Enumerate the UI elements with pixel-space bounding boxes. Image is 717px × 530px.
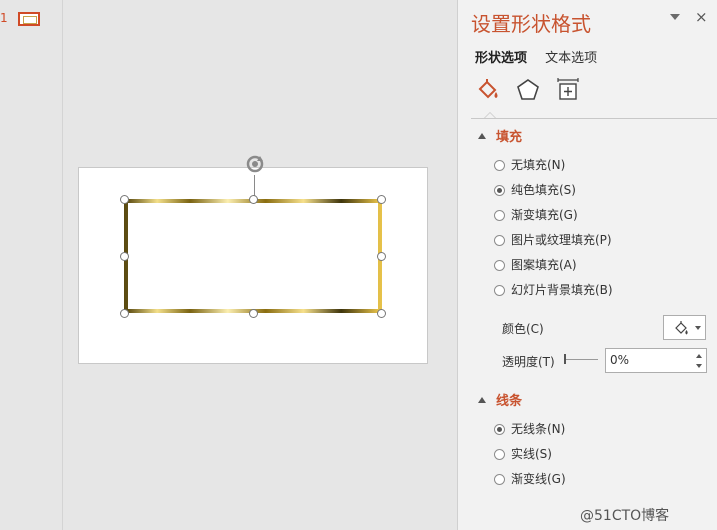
thumbnail-shape [23,16,37,24]
resize-handle-top[interactable] [249,195,258,204]
radio-button-selected[interactable] [494,424,505,435]
radio-button[interactable] [494,285,505,296]
fill-section-header[interactable]: 填充 [478,126,522,145]
collapse-triangle-icon [478,133,486,139]
editing-canvas [63,0,456,530]
chevron-down-icon [695,326,701,330]
pane-options-chevron-icon[interactable] [670,14,680,20]
radio-button[interactable] [494,260,505,271]
transparency-spinner[interactable] [605,348,707,373]
radio-button[interactable] [494,235,505,246]
paint-bucket-icon [675,321,688,335]
radio-pattern-fill[interactable]: 图案填充(A) [494,256,577,274]
tab-shape-options[interactable]: 形状选项 [475,47,527,66]
transparency-input[interactable] [610,352,685,368]
pane-title: 设置形状格式 [471,12,591,36]
pane-tabs: 形状选项 文本选项 [475,47,611,66]
fill-color-button[interactable] [663,315,706,340]
slide-number: 1 [0,11,8,25]
fill-line-icon[interactable] [475,77,501,103]
close-icon[interactable]: × [695,8,708,26]
resize-handle-left[interactable] [120,252,129,261]
radio-gradient-line[interactable]: 渐变线(G) [494,470,566,488]
icon-row-divider [471,118,717,119]
radio-button-selected[interactable] [494,185,505,196]
tab-text-options[interactable]: 文本选项 [545,47,597,66]
radio-button[interactable] [494,449,505,460]
radio-picture-texture-fill[interactable]: 图片或纹理填充(P) [494,231,612,249]
size-properties-icon[interactable] [555,77,581,103]
radio-button[interactable] [494,160,505,171]
spinner-up-icon[interactable] [696,354,702,358]
resize-handle-right[interactable] [377,252,386,261]
line-section-header[interactable]: 线条 [478,390,522,409]
radio-gradient-fill[interactable]: 渐变填充(G) [494,206,578,224]
radio-solid-fill[interactable]: 纯色填充(S) [494,181,576,199]
resize-handle-bottom[interactable] [249,309,258,318]
transparency-slider-track[interactable] [564,359,598,360]
rotate-handle-icon[interactable] [244,153,266,175]
selected-rectangle-shape[interactable] [124,199,382,313]
transparency-slider-thumb[interactable] [564,354,566,364]
slide-thumbnail-pane: 1 [0,0,63,530]
spinner-down-icon[interactable] [696,364,702,368]
radio-button[interactable] [494,474,505,485]
effects-icon[interactable] [515,77,541,103]
radio-no-fill[interactable]: 无填充(N) [494,156,565,174]
radio-no-line[interactable]: 无线条(N) [494,420,565,438]
radio-button[interactable] [494,210,505,221]
slide[interactable] [78,155,428,364]
transparency-label: 透明度(T) [502,355,555,369]
radio-solid-line[interactable]: 实线(S) [494,445,552,463]
resize-handle-bottom-right[interactable] [377,309,386,318]
slide-thumbnail[interactable] [18,12,40,26]
collapse-triangle-icon [478,397,486,403]
watermark: @51CTO博客 [580,508,670,524]
radio-slide-background-fill[interactable]: 幻灯片背景填充(B) [494,281,613,299]
format-shape-pane: 设置形状格式 × 形状选项 文本选项 填充 无填充(N) 纯色填充(S) 渐变填… [457,0,717,530]
resize-handle-bottom-left[interactable] [120,309,129,318]
color-label: 颜色(C) [502,322,544,336]
resize-handle-top-right[interactable] [377,195,386,204]
resize-handle-top-left[interactable] [120,195,129,204]
